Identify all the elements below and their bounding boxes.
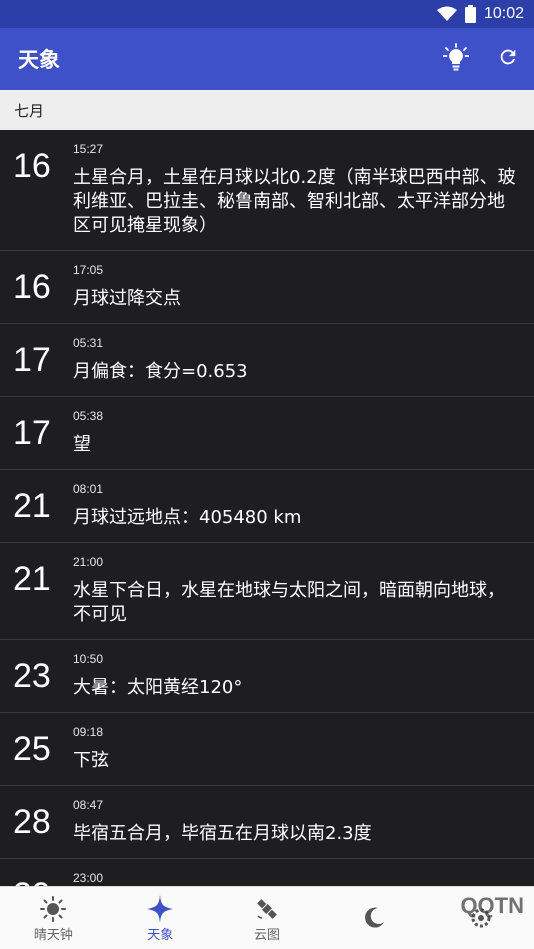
event-list[interactable]: 16 15:27 土星合月，土星在月球以北0.2度（南半球巴西中部、玻利维亚、巴拉圭… <box>0 130 534 886</box>
moon-icon <box>361 903 387 933</box>
event-body: 10:50 大暑：太阳黄经120° <box>73 640 534 712</box>
event-text: 毕宿五合月，毕宿五在月球以南2.3度 <box>73 823 372 844</box>
event-body: 21:00 水星下合日，水星在地球与太阳之间，暗面朝向地球，不可见 <box>73 543 534 639</box>
nav-item[interactable]: 云图 <box>214 887 321 949</box>
event-text: 望 <box>73 434 91 455</box>
event-row[interactable]: 16 15:27 土星合月，土星在月球以北0.2度（南半球巴西中部、玻利维亚、巴拉圭… <box>0 130 534 251</box>
event-row[interactable]: 17 05:31 月偏食：食分=0.653 <box>0 324 534 397</box>
event-row[interactable]: 21 08:01 月球过远地点：405480 km <box>0 470 534 543</box>
event-body: 17:05 月球过降交点 <box>73 251 534 323</box>
event-text: 月偏食：食分=0.653 <box>73 361 248 382</box>
month-header: 七月 <box>0 90 534 130</box>
event-time: 21:00 <box>73 555 104 569</box>
event-row[interactable]: 25 09:18 下弦 <box>0 713 534 786</box>
event-time: 10:50 <box>73 652 104 666</box>
event-body: 05:38 望 <box>73 397 534 469</box>
event-text: 水星下合日，水星在地球与太阳之间，暗面朝向地球，不可见 <box>73 580 505 625</box>
nav-label: 云图 <box>253 927 280 943</box>
nav-label: 天象 <box>147 927 174 943</box>
event-row[interactable]: 16 17:05 月球过降交点 <box>0 251 534 324</box>
wifi-icon <box>436 6 457 22</box>
event-time: 08:47 <box>73 798 104 812</box>
event-text: 月球过降交点 <box>73 288 181 309</box>
event-day: 21 <box>13 487 51 525</box>
event-day: 21 <box>13 560 51 598</box>
status-bar: 10:02 <box>0 0 534 28</box>
event-text: 下弦 <box>73 750 109 771</box>
event-body: 05:31 月偏食：食分=0.653 <box>73 324 534 396</box>
event-row[interactable]: 23 10:50 大暑：太阳黄经120° <box>0 640 534 713</box>
event-time: 15:27 <box>73 142 104 156</box>
bottom-nav: 晴天钟 天象 云图 <box>0 886 534 949</box>
event-day: 16 <box>13 147 51 185</box>
event-text: 大暑：太阳黄经120° <box>73 677 243 698</box>
event-day: 25 <box>13 730 51 768</box>
sparkle-star-icon <box>147 894 174 924</box>
night-mode-button[interactable] <box>430 33 482 85</box>
event-body: 15:27 土星合月，土星在月球以北0.2度（南半球巴西中部、玻利维亚、巴拉圭、秘… <box>73 130 534 250</box>
event-text: 土星合月，土星在月球以北0.2度（南半球巴西中部、玻利维亚、巴拉圭、秘鲁南部、智… <box>73 167 516 236</box>
event-time: 08:01 <box>73 482 104 496</box>
refresh-button[interactable] <box>482 33 534 85</box>
event-day: 29 <box>0 859 73 886</box>
nav-item[interactable]: 天象 <box>107 887 214 949</box>
event-time: 23:00 <box>73 871 104 885</box>
event-body: 08:01 月球过远地点：405480 km <box>73 470 534 542</box>
nav-label: 晴天钟 <box>33 927 73 943</box>
event-row[interactable]: 2923:00 <box>0 859 534 886</box>
event-row[interactable]: 17 05:38 望 <box>0 397 534 470</box>
event-day: 17 <box>13 414 51 452</box>
event-body: 08:47 毕宿五合月，毕宿五在月球以南2.3度 <box>73 786 534 858</box>
refresh-icon <box>497 46 519 72</box>
event-body: 09:18 下弦 <box>73 713 534 785</box>
event-text: 月球过远地点：405480 km <box>73 507 302 528</box>
status-time: 10:02 <box>483 5 524 22</box>
event-time: 17:05 <box>73 263 104 277</box>
event-day: 28 <box>13 803 51 841</box>
event-row[interactable]: 21 21:00 水星下合日，水星在地球与太阳之间，暗面朝向地球，不可见 <box>0 543 534 640</box>
event-time: 05:31 <box>73 336 104 350</box>
event-day: 16 <box>13 268 51 306</box>
satellite-icon <box>254 894 280 924</box>
event-body: 23:00 <box>73 859 534 886</box>
event-row[interactable]: 28 08:47 毕宿五合月，毕宿五在月球以南2.3度 <box>0 786 534 859</box>
page-title: 天象 <box>18 48 60 72</box>
battery-icon <box>464 5 476 23</box>
nav-item[interactable]: 晴天钟 <box>0 887 107 949</box>
event-time: 05:38 <box>73 409 104 423</box>
watermark: QQTN <box>460 893 524 918</box>
sun-icon <box>40 894 67 924</box>
lightbulb-icon <box>442 43 470 75</box>
app-bar: 天象 <box>0 28 534 90</box>
nav-item[interactable] <box>320 887 427 949</box>
event-time: 09:18 <box>73 725 104 739</box>
event-day: 17 <box>13 341 51 379</box>
event-day: 23 <box>13 657 51 695</box>
